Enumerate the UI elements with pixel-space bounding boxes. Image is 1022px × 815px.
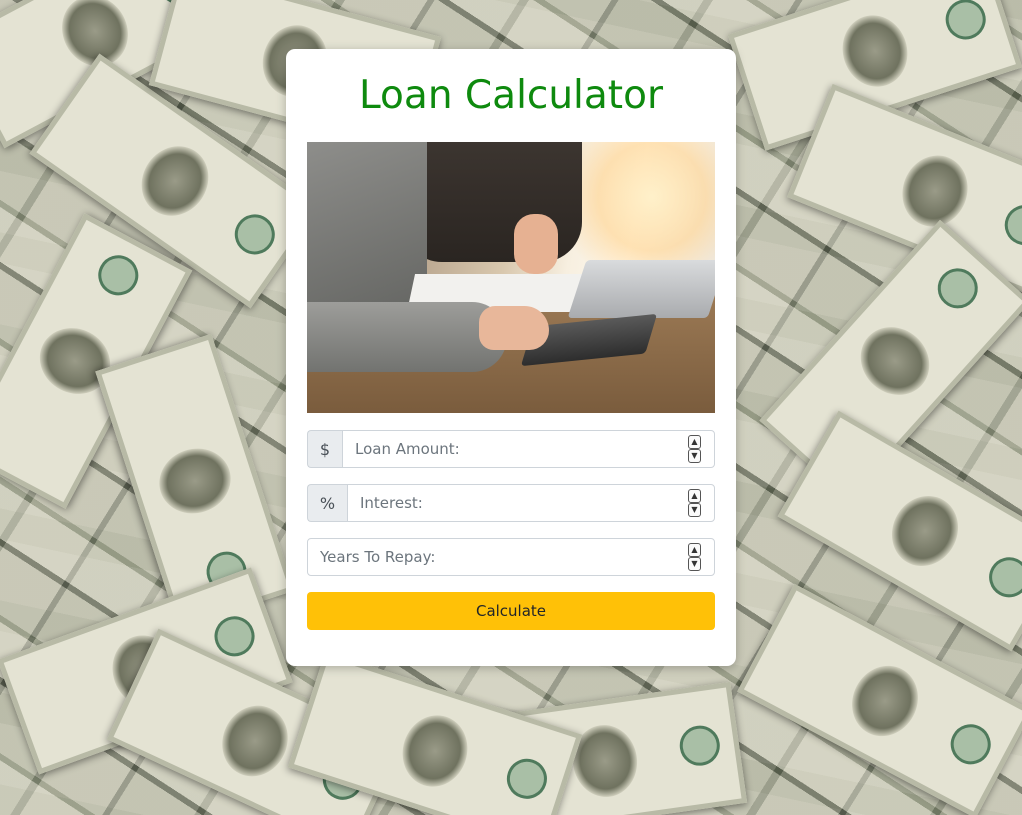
spinner-down-icon[interactable]: ▼ — [688, 557, 701, 571]
laptop — [567, 260, 715, 318]
spinner-up-icon[interactable]: ▲ — [688, 489, 701, 503]
interest-field-wrapper: ▲ ▼ — [347, 484, 715, 522]
number-spinner: ▲ ▼ — [688, 489, 701, 517]
number-spinner: ▲ ▼ — [688, 543, 701, 571]
years-to-repay-input[interactable] — [308, 539, 714, 575]
page-title: Loan Calculator — [359, 73, 663, 118]
years-field-wrapper: ▲ ▼ — [307, 538, 715, 576]
spinner-up-icon[interactable]: ▲ — [688, 543, 701, 557]
loan-amount-group: $ ▲ ▼ — [307, 430, 715, 468]
spinner-down-icon[interactable]: ▼ — [688, 503, 701, 517]
years-group: ▲ ▼ — [307, 538, 715, 576]
pointing-hand — [514, 214, 558, 274]
loan-amount-field-wrapper: ▲ ▼ — [342, 430, 715, 468]
interest-group: % ▲ ▼ — [307, 484, 715, 522]
spinner-down-icon[interactable]: ▼ — [688, 449, 701, 463]
loan-calculator-card: Loan Calculator $ ▲ ▼ % ▲ ▼ — [286, 49, 736, 666]
spinner-up-icon[interactable]: ▲ — [688, 435, 701, 449]
dollar-bill — [95, 333, 295, 629]
calculate-button[interactable]: Calculate — [307, 592, 715, 630]
number-spinner: ▲ ▼ — [688, 435, 701, 463]
loan-amount-input[interactable] — [343, 431, 714, 467]
grey-sleeve — [307, 302, 507, 372]
percent-addon: % — [307, 484, 347, 522]
hand-on-calculator — [479, 306, 549, 350]
business-calculation-photo — [307, 142, 715, 413]
interest-input[interactable] — [348, 485, 714, 521]
dollar-addon: $ — [307, 430, 342, 468]
